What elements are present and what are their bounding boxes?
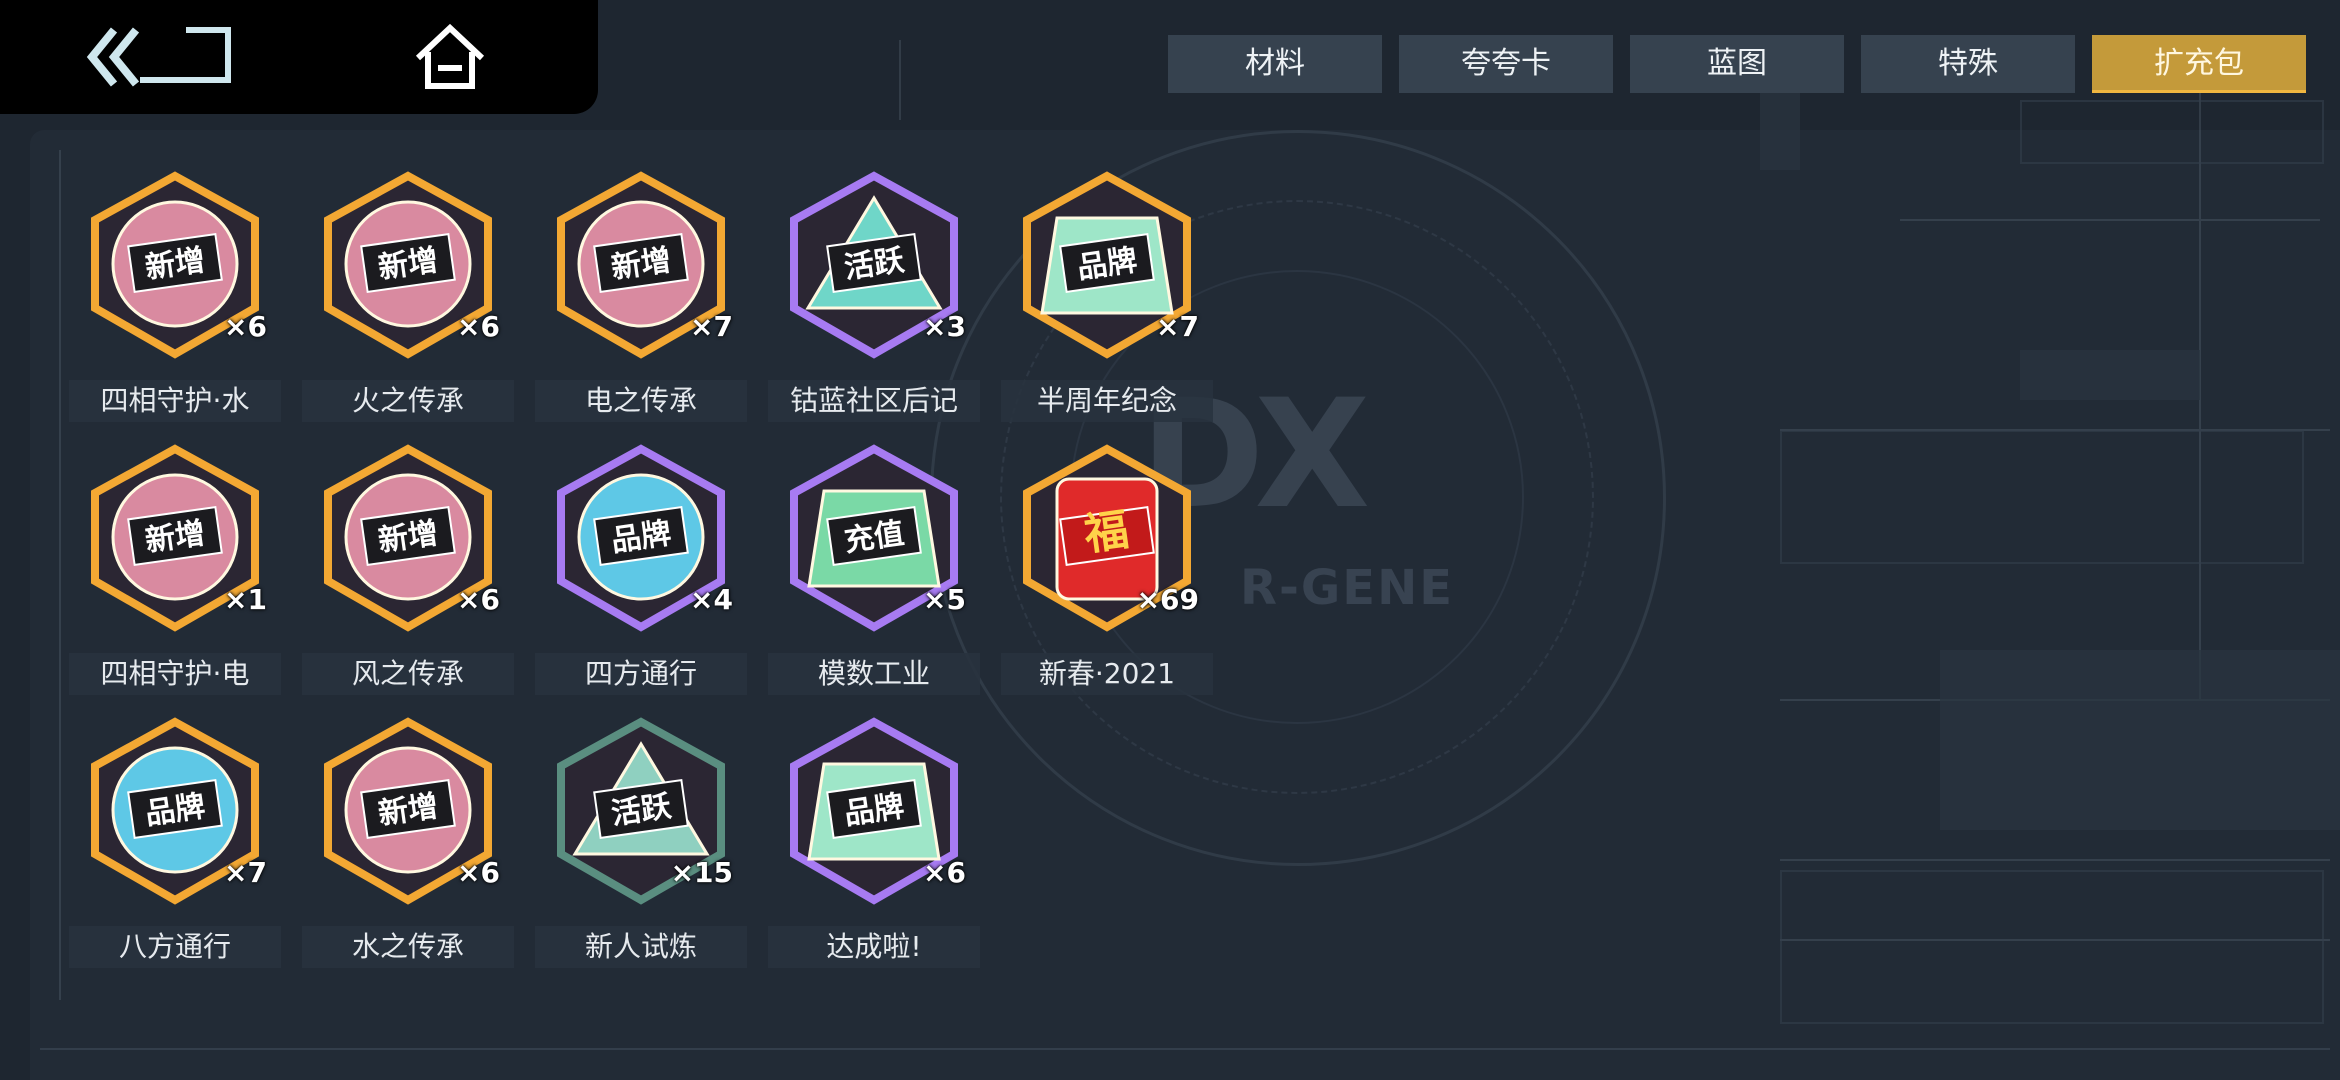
expansion-pack-item[interactable]: 新增 ×6 水之传承 — [302, 714, 514, 979]
expansion-pack-item[interactable]: 新增 ×1 四相守护·电 — [69, 441, 281, 706]
item-name: 电之传承 — [535, 380, 747, 422]
tab-expansion-packs[interactable]: 扩充包 — [2092, 35, 2306, 93]
item-name: 火之传承 — [302, 380, 514, 422]
item-count: ×15 — [670, 856, 733, 889]
item-count: ×7 — [690, 310, 733, 343]
item-count: ×3 — [923, 310, 966, 343]
item-name: 新人试炼 — [535, 926, 747, 968]
home-icon — [415, 23, 485, 89]
tab-special[interactable]: 特殊 — [1861, 35, 2075, 93]
item-count: ×6 — [457, 310, 500, 343]
deco-block — [2020, 350, 2200, 400]
expansion-pack-item[interactable]: 品牌 ×6 达成啦! — [768, 714, 980, 979]
item-name: 新春·2021 — [1001, 653, 1213, 695]
item-name: 钴蓝社区后记 — [768, 380, 980, 422]
item-name: 达成啦! — [768, 926, 980, 968]
item-name: 模数工业 — [768, 653, 980, 695]
item-count: ×6 — [457, 856, 500, 889]
top-nav-bar — [0, 0, 598, 114]
bottom-divider — [40, 1048, 2330, 1056]
expansion-pack-item[interactable]: 活跃 ×15 新人试炼 — [535, 714, 747, 979]
home-button[interactable] — [412, 22, 488, 92]
item-name: 四方通行 — [535, 653, 747, 695]
item-name: 八方通行 — [69, 926, 281, 968]
item-count: ×6 — [923, 856, 966, 889]
expansion-pack-item[interactable]: 充值 ×5 模数工业 — [768, 441, 980, 706]
deco-frame — [2020, 100, 2324, 164]
expansion-pack-item[interactable]: 新增 ×6 火之传承 — [302, 168, 514, 433]
tab-blueprints[interactable]: 蓝图 — [1630, 35, 1844, 93]
expansion-pack-item[interactable]: 新增 ×6 四相守护·水 — [69, 168, 281, 433]
item-count: ×7 — [224, 856, 267, 889]
expansion-pack-item[interactable]: 活跃 ×3 钴蓝社区后记 — [768, 168, 980, 433]
item-name: 四相守护·水 — [69, 380, 281, 422]
item-count: ×6 — [224, 310, 267, 343]
item-count: ×7 — [1156, 310, 1199, 343]
tab-praise-cards[interactable]: 夸夸卡 — [1399, 35, 1613, 93]
expansion-pack-item[interactable]: 品牌 ×7 半周年纪念 — [1001, 168, 1213, 433]
item-count: ×6 — [457, 583, 500, 616]
item-name: 风之传承 — [302, 653, 514, 695]
pack-badge-text: 福 — [1080, 504, 1132, 561]
item-count: ×4 — [690, 583, 733, 616]
item-name: 四相守护·电 — [69, 653, 281, 695]
expansion-pack-item[interactable]: 新增 ×6 风之传承 — [302, 441, 514, 706]
deco-frame — [1780, 870, 2324, 1024]
expansion-pack-item[interactable]: 品牌 ×7 八方通行 — [69, 714, 281, 979]
back-button[interactable] — [86, 22, 236, 92]
tab-materials[interactable]: 材料 — [1168, 35, 1382, 93]
item-name: 水之传承 — [302, 926, 514, 968]
expansion-pack-item[interactable]: 新增 ×7 电之传承 — [535, 168, 747, 433]
deco-block — [1940, 650, 2340, 830]
item-count: ×69 — [1136, 583, 1199, 616]
background-logo-text: R-GENE — [1240, 560, 1455, 616]
deco-frame — [1780, 430, 2304, 564]
expansion-pack-item[interactable]: 品牌 ×4 四方通行 — [535, 441, 747, 706]
item-count: ×1 — [224, 583, 267, 616]
expansion-pack-item[interactable]: 福 ×69 新春·2021 — [1001, 441, 1213, 706]
item-name: 半周年纪念 — [1001, 380, 1213, 422]
item-count: ×5 — [923, 583, 966, 616]
deco-block — [1760, 80, 1800, 170]
double-chevron-left-icon — [86, 27, 231, 87]
